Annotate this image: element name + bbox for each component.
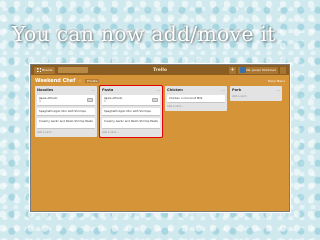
add-card-link[interactable]: Add a card... [37, 131, 95, 135]
card-title: Spaghetti Aglio Olio with Shrimps [104, 108, 151, 113]
card-title: Creamy Garlic and Pesto Shrimp Pasta [39, 118, 93, 123]
list-title: Pork [232, 88, 242, 92]
list-card[interactable]: Creamy Garlic and Pesto Shrimp Pasta [37, 117, 95, 129]
user-menu-button[interactable]: Ms. Jacqui Montclair [238, 66, 278, 74]
list-pasta[interactable]: Pasta … Jajaia Alfredo ≡ Spaghetti Aglio … [98, 84, 164, 139]
list-card[interactable]: Spaghetti Aglio Olio with Shrimps [102, 107, 160, 117]
trello-window: Boards Trello + Ms. Jacqui Montclair Wee… [30, 64, 290, 212]
list-menu-icon[interactable]: … [276, 88, 280, 93]
list-title: Noodles [37, 88, 54, 92]
trello-logo: Trello [152, 67, 168, 73]
board-header: Weekend Chef ☆ Private Show Menu [31, 75, 289, 86]
notifications-icon[interactable] [280, 66, 286, 74]
card-title: Spaghetti Aglio Olio with Shrimps [39, 108, 86, 113]
add-card-link[interactable]: Add a card... [232, 95, 280, 99]
list-card[interactable]: Jajaia Alfredo ≡ [37, 94, 95, 107]
list-card[interactable]: Jajaia Alfredo ≡ [102, 94, 160, 107]
add-card-link[interactable]: Add a card... [167, 105, 225, 109]
card-title: Chicken in Coconut Milk [169, 95, 203, 100]
list-chicken[interactable]: Chicken … Chicken in Coconut Milk Add a c… [165, 86, 227, 111]
show-menu-link[interactable]: Show Menu [268, 79, 285, 83]
list-pork[interactable]: Pork … Add a card... [230, 86, 282, 101]
slide-title: You can now add/move it [12, 22, 276, 46]
description-icon: ≡ [104, 99, 107, 103]
list-card[interactable]: Creamy Garlic and Pesto Shrimp Pasta [102, 117, 160, 129]
list-title: Pasta [102, 88, 114, 92]
star-icon[interactable]: ☆ [78, 78, 82, 83]
card-title: Creamy Garlic and Pesto Shrimp Pasta [104, 118, 158, 123]
list-card[interactable]: Spaghetti Aglio Olio with Shrimps [37, 107, 95, 117]
edit-icon[interactable] [152, 97, 158, 102]
search-input[interactable] [58, 67, 89, 73]
list-noodles[interactable]: Noodles … Jajaia Alfredo ≡ Spaghetti Agli… [35, 86, 97, 137]
lists-container: Noodles … Jajaia Alfredo ≡ Spaghetti Agli… [31, 84, 289, 139]
visibility-badge[interactable]: Private [84, 78, 100, 83]
list-card[interactable]: Chicken in Coconut Milk [167, 94, 225, 103]
list-menu-icon[interactable]: … [91, 88, 95, 93]
boards-icon [37, 68, 41, 72]
list-menu-icon[interactable]: … [156, 88, 160, 93]
boards-label: Boards [42, 68, 53, 72]
add-button[interactable]: + [229, 66, 237, 74]
edit-icon[interactable] [87, 97, 93, 102]
add-card-link[interactable]: Add a card... [102, 131, 160, 135]
description-icon: ≡ [39, 99, 42, 103]
list-menu-icon[interactable]: … [221, 88, 225, 93]
top-nav-bar: Boards Trello + Ms. Jacqui Montclair [31, 65, 289, 75]
user-name: Ms. Jacqui Montclair [246, 68, 276, 72]
list-title: Chicken [167, 88, 183, 92]
boards-button[interactable]: Boards [34, 66, 56, 74]
board-title[interactable]: Weekend Chef [35, 78, 75, 84]
